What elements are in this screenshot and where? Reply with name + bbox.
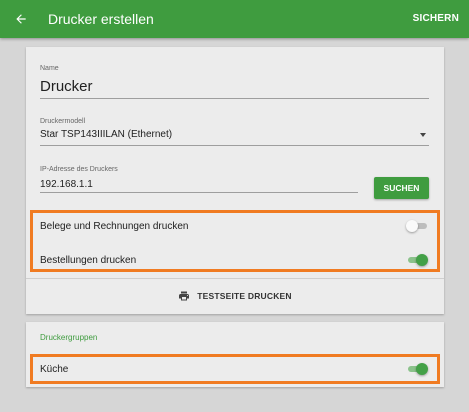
- toggle-receipts[interactable]: Belege und Rechnungen drucken: [26, 211, 444, 241]
- page-title: Drucker erstellen: [48, 11, 154, 27]
- test-print-button[interactable]: TESTSEITE DRUCKEN: [26, 279, 444, 313]
- group-item-kitchen[interactable]: Küche: [26, 354, 444, 384]
- search-button[interactable]: SUCHEN: [374, 177, 429, 199]
- test-print-label: TESTSEITE DRUCKEN: [197, 291, 292, 301]
- kitchen-switch[interactable]: [406, 363, 428, 375]
- ip-input[interactable]: 192.168.1.1: [40, 179, 93, 190]
- ip-label: IP-Adresse des Druckers: [40, 166, 118, 173]
- printer-icon: [179, 291, 190, 301]
- toggle-orders-label: Bestellungen drucken: [40, 254, 137, 266]
- toggle-orders[interactable]: Bestellungen drucken: [26, 245, 444, 275]
- model-label: Druckermodell: [40, 118, 86, 125]
- printer-settings-card: Name Drucker Druckermodell Star TSP143II…: [26, 47, 444, 314]
- name-input[interactable]: Drucker: [40, 78, 93, 95]
- printer-groups-card: Druckergruppen Küche: [26, 322, 444, 387]
- toggle-receipts-label: Belege und Rechnungen drucken: [40, 220, 189, 232]
- groups-title: Druckergruppen: [40, 333, 98, 342]
- chevron-down-icon[interactable]: [420, 133, 426, 137]
- model-underline: [40, 145, 429, 146]
- app-bar: Drucker erstellen SICHERN: [0, 0, 469, 38]
- ip-underline: [40, 192, 358, 193]
- back-button[interactable]: [0, 0, 42, 38]
- save-button[interactable]: SICHERN: [413, 0, 459, 38]
- arrow-left-icon: [16, 14, 26, 24]
- orders-switch[interactable]: [406, 254, 428, 266]
- model-select[interactable]: Star TSP143IIILAN (Ethernet): [40, 129, 172, 140]
- receipts-switch[interactable]: [406, 220, 428, 232]
- group-item-label: Küche: [40, 363, 69, 375]
- name-label: Name: [40, 65, 59, 72]
- name-underline: [40, 98, 429, 99]
